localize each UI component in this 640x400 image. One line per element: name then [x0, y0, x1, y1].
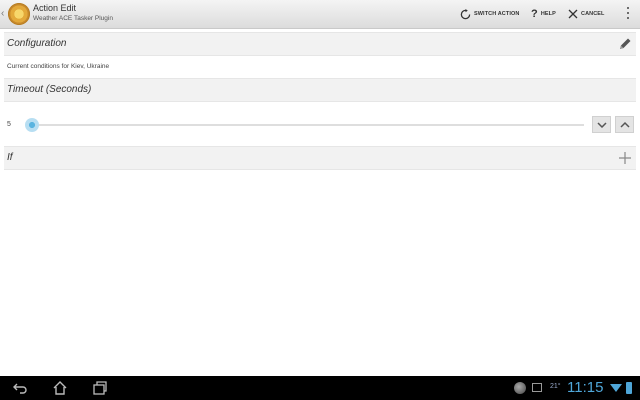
- configuration-value[interactable]: Current conditions for Kiev, Ukraine: [7, 63, 109, 70]
- help-button[interactable]: ? HELP: [531, 6, 556, 22]
- timeout-value: 5: [7, 121, 11, 128]
- cancel-button[interactable]: CANCEL: [568, 6, 605, 22]
- timeout-header: Timeout (Seconds): [4, 78, 636, 102]
- system-bar: 21° 11:15: [0, 376, 640, 400]
- if-title: If: [7, 152, 13, 163]
- help-label: HELP: [540, 11, 556, 17]
- up-caret-icon[interactable]: ‹: [1, 8, 4, 19]
- globe-icon[interactable]: [514, 382, 526, 394]
- close-icon: [568, 9, 578, 19]
- page-title: Action Edit: [33, 3, 77, 13]
- gallery-icon: [532, 383, 542, 392]
- help-icon: ?: [531, 8, 538, 20]
- configuration-title: Configuration: [7, 38, 67, 49]
- increase-button[interactable]: [615, 116, 634, 133]
- chevron-down-icon: [597, 122, 607, 129]
- decrease-button[interactable]: [592, 116, 611, 133]
- battery-icon: [626, 382, 632, 394]
- switch-icon: [460, 8, 471, 19]
- if-header: If: [4, 146, 636, 170]
- clock[interactable]: 11:15: [567, 379, 603, 396]
- back-icon[interactable]: [12, 380, 28, 396]
- app-icon[interactable]: [8, 3, 30, 25]
- action-bar-titles: Action Edit Weather ACE Tasker Plugin: [33, 3, 113, 23]
- temperature-readout: 21°: [550, 383, 561, 390]
- wifi-icon: [610, 384, 622, 392]
- overflow-menu-icon[interactable]: [626, 7, 630, 21]
- cancel-label: CANCEL: [581, 11, 605, 17]
- chevron-up-icon: [620, 121, 630, 128]
- switch-action-button[interactable]: SWITCH ACTION: [460, 6, 519, 22]
- action-bar: ‹ Action Edit Weather ACE Tasker Plugin …: [0, 0, 640, 29]
- timeout-title: Timeout (Seconds): [7, 84, 92, 95]
- timeout-slider-track[interactable]: [28, 124, 584, 126]
- home-icon[interactable]: [52, 380, 68, 396]
- configuration-header: Configuration: [4, 32, 636, 56]
- switch-action-label: SWITCH ACTION: [474, 11, 520, 17]
- page-subtitle: Weather ACE Tasker Plugin: [33, 15, 113, 22]
- edit-pencil-icon[interactable]: [618, 37, 632, 51]
- timeout-slider-thumb[interactable]: [25, 118, 39, 132]
- add-plus-icon[interactable]: [618, 151, 632, 165]
- recent-apps-icon[interactable]: [92, 380, 108, 396]
